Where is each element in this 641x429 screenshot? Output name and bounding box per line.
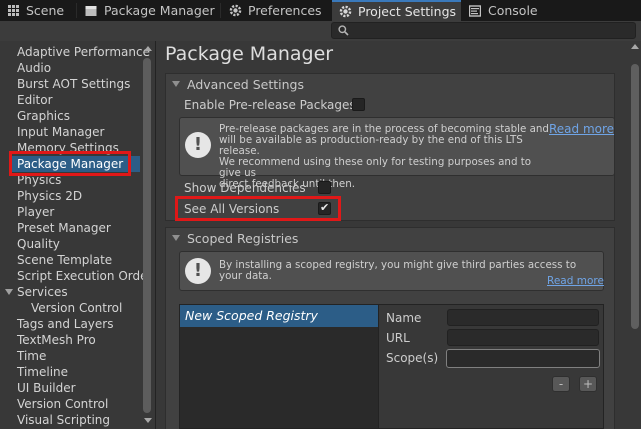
sidebar-item-editor[interactable]: Editor [17, 92, 53, 108]
name-label: Name [386, 311, 422, 325]
enable-prerelease-label: Enable Pre-release Packages [184, 98, 356, 112]
name-field[interactable] [447, 309, 599, 326]
chevron-down-icon [172, 235, 180, 241]
sidebar-item-scene-template[interactable]: Scene Template [17, 252, 112, 268]
console-icon [468, 4, 482, 18]
sidebar-item-burst-aot[interactable]: Burst AOT Settings [17, 76, 130, 92]
sidebar-item-services-version-control[interactable]: Version Control [31, 300, 122, 316]
registry-list-item[interactable]: New Scoped Registry [180, 305, 378, 327]
page-title: Package Manager [165, 43, 334, 65]
scroll-up-icon[interactable] [144, 46, 152, 51]
scopes-field[interactable] [446, 349, 600, 368]
tab-label: Preferences [248, 3, 322, 18]
tab-scene[interactable]: Scene [6, 0, 64, 21]
enable-prerelease-checkbox[interactable] [352, 98, 365, 111]
package-icon [84, 4, 98, 18]
scroll-down-icon[interactable] [144, 418, 152, 423]
toolbar [0, 21, 641, 41]
tab-project-settings[interactable]: Project Settings [332, 0, 461, 21]
chevron-down-icon[interactable] [5, 289, 13, 295]
url-field[interactable] [447, 329, 599, 346]
tab-console[interactable]: Console [468, 0, 538, 21]
annotation-highlight-see-all-versions [175, 196, 341, 221]
sidebar-item-adaptive-performance[interactable]: Adaptive Performance [17, 44, 150, 60]
sidebar-item-input-manager[interactable]: Input Manager [17, 124, 105, 140]
registry-details: Name URL Scope(s) - + [379, 304, 604, 429]
add-scope-button[interactable]: + [579, 376, 597, 392]
sidebar-item-player[interactable]: Player [17, 204, 54, 220]
sidebar-item-ui-builder[interactable]: UI Builder [17, 380, 76, 396]
show-dependencies-label: Show Dependencies [184, 181, 306, 195]
info-icon: ! [185, 132, 211, 158]
section-title: Advanced Settings [187, 76, 304, 92]
search-icon [338, 25, 349, 39]
read-more-link[interactable]: Read more [549, 122, 614, 136]
content-scrollbar[interactable] [631, 64, 639, 329]
sidebar-item-visual-scripting[interactable]: Visual Scripting [17, 412, 110, 428]
registry-list: New Scoped Registry [179, 304, 379, 429]
tab-label: Project Settings [358, 4, 457, 19]
tab-preferences[interactable]: Preferences [228, 0, 322, 21]
sidebar-item-tags-and-layers[interactable]: Tags and Layers [17, 316, 113, 332]
section-title: Scoped Registries [187, 230, 299, 246]
sidebar-item-quality[interactable]: Quality [17, 236, 60, 252]
editor-tab-bar: Scene Package Manager Preferences Projec… [0, 0, 641, 21]
prerelease-help-box: ! Pre-release packages are in the proces… [179, 117, 615, 190]
info-icon: ! [185, 258, 211, 284]
chevron-down-icon [172, 81, 180, 87]
sidebar-scrollbar[interactable] [143, 58, 151, 413]
sidebar-item-physics-2d[interactable]: Physics 2D [17, 188, 82, 204]
sidebar-item-version-control[interactable]: Version Control [17, 396, 108, 412]
sidebar-item-preset-manager[interactable]: Preset Manager [17, 220, 111, 236]
remove-scope-button[interactable]: - [552, 376, 570, 392]
sidebar-item-textmesh-pro[interactable]: TextMesh Pro [17, 332, 96, 348]
sidebar-item-graphics[interactable]: Graphics [17, 108, 70, 124]
sidebar-item-timeline[interactable]: Timeline [17, 364, 68, 380]
sidebar-item-time[interactable]: Time [17, 348, 46, 364]
scoped-registries-foldout[interactable]: Scoped Registries [171, 230, 298, 246]
gear-icon [228, 4, 242, 18]
advanced-settings-foldout[interactable]: Advanced Settings [171, 76, 304, 92]
grid-icon [6, 4, 20, 18]
tab-package-manager[interactable]: Package Manager [84, 0, 215, 21]
show-dependencies-checkbox[interactable] [318, 181, 331, 194]
gear-icon [338, 5, 352, 19]
sidebar-item-script-execution-order[interactable]: Script Execution Orde [17, 268, 148, 284]
scroll-up-icon[interactable] [631, 44, 639, 49]
annotation-highlight-sidebar [9, 151, 131, 176]
scopes-label: Scope(s) [386, 351, 439, 365]
scoped-help-box: ! By installing a scoped registry, you m… [179, 251, 604, 291]
tab-label: Package Manager [104, 3, 215, 18]
tab-label: Console [488, 3, 538, 18]
search-input[interactable] [331, 22, 636, 39]
sidebar-item-services[interactable]: Services [17, 284, 68, 300]
scoped-help-text: By installing a scoped registry, you mig… [219, 259, 577, 282]
read-more-link[interactable]: Read more [547, 275, 604, 287]
sidebar-item-audio[interactable]: Audio [17, 60, 51, 76]
tab-label: Scene [26, 3, 65, 18]
url-label: URL [386, 331, 410, 345]
settings-sidebar: Adaptive Performance Audio Burst AOT Set… [0, 41, 155, 429]
